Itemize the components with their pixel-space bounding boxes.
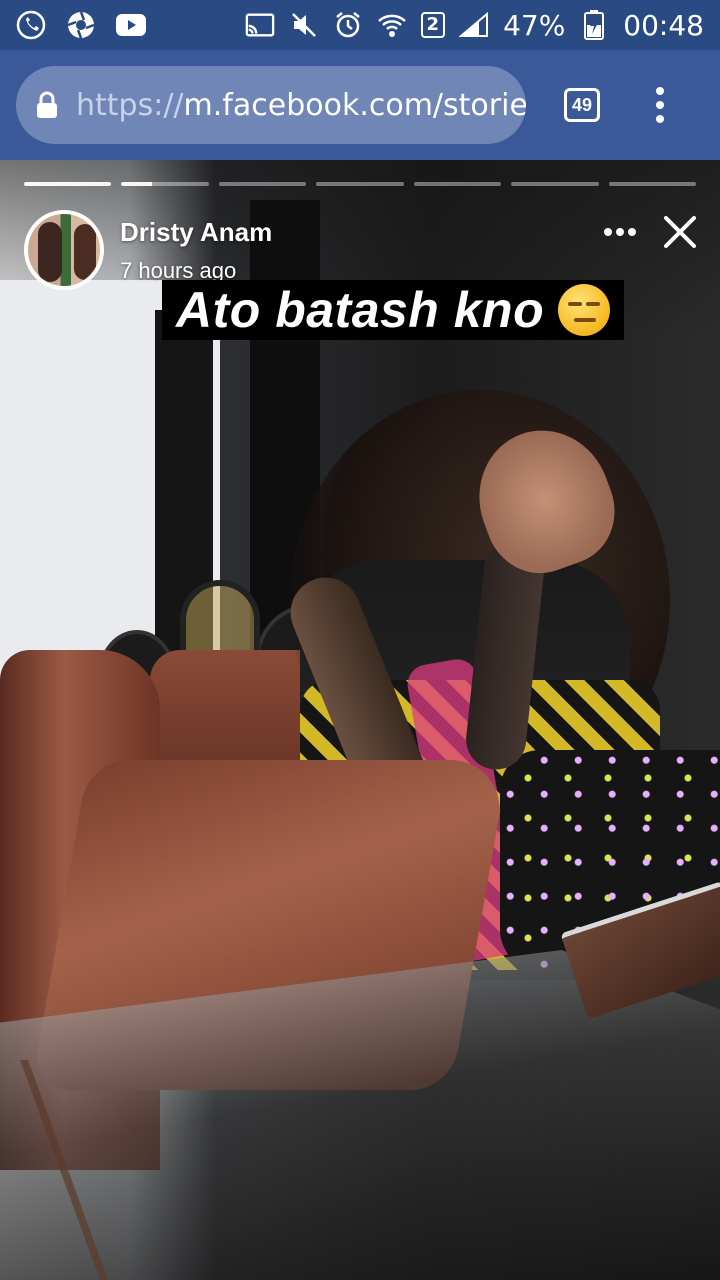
dot [616, 228, 624, 236]
sim-icon: 2 [420, 12, 446, 38]
youtube-icon [116, 10, 146, 40]
story-caption: Ato batash kno [162, 280, 625, 340]
progress-segment [413, 182, 502, 186]
cast-icon [245, 10, 275, 40]
progress-segment [218, 182, 307, 186]
emoji-mouth [574, 318, 597, 322]
url-scheme: https:// [76, 87, 184, 123]
author-info: Dristy Anam 7 hours ago [120, 217, 272, 284]
url-host-path: m.facebook.com/storie [183, 87, 526, 123]
progress-segment [608, 182, 696, 186]
avatar[interactable] [24, 210, 104, 290]
url-text: https://m.facebook.com/storie [76, 88, 526, 123]
menu-dot [656, 87, 664, 95]
wifi-icon [377, 10, 407, 40]
expressionless-face-icon [558, 284, 611, 336]
progress-segment [121, 182, 209, 186]
shutter-icon [66, 10, 96, 40]
clock: 00:48 [623, 8, 704, 42]
battery-icon [579, 10, 609, 40]
menu-dot [656, 115, 664, 123]
dot [628, 228, 636, 236]
dot [604, 228, 612, 236]
author-name[interactable]: Dristy Anam [120, 217, 272, 248]
mute-icon [289, 10, 319, 40]
caption-text: Ato batash kno [176, 282, 545, 338]
alarm-icon [333, 10, 363, 40]
progress-segment [511, 182, 599, 186]
story-progress [24, 182, 696, 186]
browser-menu-button[interactable] [656, 87, 664, 123]
progress-segment [316, 182, 404, 186]
story-viewer[interactable]: Dristy Anam 7 hours ago Ato batash kno [0, 160, 720, 1280]
lock-icon [36, 91, 58, 119]
emoji-eye [568, 302, 583, 306]
status-bar: 2 47% 00:48 [0, 0, 720, 50]
more-options-icon[interactable] [604, 228, 636, 236]
browser-toolbar: https://m.facebook.com/storie 49 [0, 50, 720, 160]
emoji-eye [586, 302, 601, 306]
progress-segment [24, 182, 112, 186]
close-icon[interactable] [660, 212, 700, 252]
tab-switcher-button[interactable]: 49 [564, 88, 600, 122]
phone-icon [16, 10, 46, 40]
address-bar[interactable]: https://m.facebook.com/storie [16, 66, 526, 144]
signal-icon [459, 10, 489, 40]
battery-percent: 47% [503, 8, 566, 42]
menu-dot [656, 101, 664, 109]
story-author[interactable]: Dristy Anam 7 hours ago [24, 210, 272, 290]
